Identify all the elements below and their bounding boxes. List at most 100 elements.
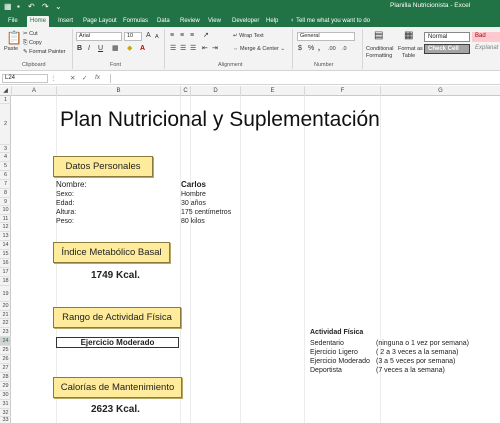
percent-button[interactable]: % (308, 45, 314, 53)
actividad-option-desc[interactable]: (3 a 5 veces por semana) (376, 357, 455, 366)
redo-icon[interactable]: ↷ (42, 2, 49, 11)
column-header-g[interactable]: G (380, 86, 500, 96)
tab-home[interactable]: Home (27, 16, 50, 27)
row-header[interactable]: 2 (0, 104, 11, 145)
name-box[interactable]: L24 (2, 74, 48, 83)
row-header[interactable]: 28 (0, 373, 11, 382)
bold-button[interactable]: B (77, 45, 82, 53)
style-normal[interactable]: Normal (424, 32, 470, 42)
actividad-header[interactable]: Rango de Actividad Física (53, 307, 181, 328)
column-header-c[interactable]: C (180, 86, 190, 96)
currency-button[interactable]: $ (298, 45, 302, 53)
nombre-value[interactable]: Carlos (181, 180, 206, 189)
tab-help[interactable]: Help (263, 16, 281, 27)
actividad-option-name[interactable]: Ejercicio Ligero (310, 348, 358, 357)
row-header[interactable]: 8 (0, 189, 11, 198)
align-top-icon[interactable]: ≡ (170, 32, 174, 40)
name-box-dropdown-icon[interactable]: ⋮ (50, 74, 57, 82)
copy-button[interactable]: ⎘ Copy (23, 40, 42, 47)
row-header[interactable]: 6 (0, 171, 11, 180)
enter-button[interactable]: ✓ (82, 74, 87, 82)
conditional-formatting-icon[interactable]: ▤ (374, 31, 383, 41)
column-header-f[interactable]: F (304, 86, 380, 96)
sexo-label[interactable]: Sexo: (56, 190, 74, 199)
tab-page-layout[interactable]: Page Layout (80, 16, 120, 27)
borders-icon[interactable]: ▦ (112, 45, 119, 53)
edad-label[interactable]: Edad: (56, 199, 74, 208)
row-header[interactable]: 17 (0, 268, 11, 277)
row-header[interactable]: 9 (0, 198, 11, 206)
tab-data[interactable]: Data (154, 16, 173, 27)
tab-formulas[interactable]: Formulas (120, 16, 151, 27)
italic-button[interactable]: I (88, 45, 90, 53)
format-painter-button[interactable]: ✎ Format Painter (23, 49, 66, 55)
sheet-title[interactable]: Plan Nutricional y Suplementación (60, 108, 380, 132)
row-header[interactable]: 27 (0, 364, 11, 373)
row-header[interactable]: 32 (0, 409, 11, 417)
column-header-b[interactable]: B (56, 86, 180, 96)
customize-quick-access-icon[interactable]: ⌄ (55, 2, 62, 11)
row-header[interactable]: 13 (0, 232, 11, 241)
actividad-option-desc[interactable]: (ninguna o 1 vez por semana) (376, 339, 469, 348)
number-format-select[interactable]: General (297, 32, 355, 41)
row-header[interactable]: 23 (0, 328, 11, 337)
tell-me-search[interactable]: ♀ Tell me what you want to do (290, 16, 370, 27)
mantenimiento-value[interactable]: 2623 Kcal. (91, 404, 140, 415)
orientation-icon[interactable]: ↗ (203, 32, 209, 40)
tab-file[interactable]: File (5, 16, 21, 27)
row-header[interactable]: 5 (0, 162, 11, 171)
align-right-icon[interactable]: ☰ (190, 45, 196, 53)
cancel-button[interactable]: ✕ (70, 74, 75, 82)
decrease-indent-icon[interactable]: ⇤ (202, 45, 208, 53)
row-header[interactable]: 22 (0, 319, 11, 328)
row-header[interactable]: 29 (0, 382, 11, 391)
sexo-value[interactable]: Hombre (181, 190, 206, 199)
formula-input[interactable] (110, 74, 498, 83)
underline-button[interactable]: U (98, 45, 103, 53)
row-header[interactable]: 20 (0, 302, 11, 311)
row-header[interactable]: 1 (0, 96, 11, 104)
row-header[interactable]: 33 (0, 417, 11, 423)
actividad-option-desc[interactable]: ( 2 a 3 veces a la semana) (376, 348, 459, 357)
actividad-option-name[interactable]: Ejercicio Moderado (310, 357, 370, 366)
imb-value[interactable]: 1749 Kcal. (91, 270, 140, 281)
paste-button[interactable]: Paste (4, 46, 18, 52)
actividad-value[interactable]: Ejercicio Moderado (56, 337, 179, 348)
tab-insert[interactable]: Insert (55, 16, 76, 27)
align-left-icon[interactable]: ☰ (170, 45, 176, 53)
style-bad[interactable]: Bad (472, 32, 500, 42)
format-as-table-button[interactable]: Format as (398, 46, 423, 52)
column-header-a[interactable]: A (11, 86, 56, 96)
row-header[interactable]: 21 (0, 311, 11, 319)
row-header[interactable]: 31 (0, 400, 11, 409)
actividad-option-name[interactable]: Deportista (310, 366, 342, 375)
style-check-cell[interactable]: Check Cell (424, 44, 470, 54)
tab-developer[interactable]: Developer (229, 16, 262, 27)
font-size-select[interactable]: 10 (124, 32, 142, 41)
merge-center-button[interactable]: ⇔ Merge & Center ⌄ (233, 46, 285, 52)
grow-font-button[interactable]: A (146, 32, 151, 40)
increase-decimal-icon[interactable]: .00 (328, 45, 336, 53)
font-name-select[interactable]: Arial (76, 32, 122, 41)
tab-view[interactable]: View (205, 16, 224, 27)
tab-review[interactable]: Review (177, 16, 203, 27)
align-middle-icon[interactable]: ≡ (180, 32, 184, 40)
row-header[interactable]: 3 (0, 145, 11, 153)
nombre-label[interactable]: Nombre: (56, 180, 87, 189)
align-bottom-icon[interactable]: ≡ (190, 32, 194, 40)
increase-indent-icon[interactable]: ⇥ (212, 45, 218, 53)
style-explanatory[interactable]: Explanat (472, 44, 500, 54)
align-center-icon[interactable]: ☰ (180, 45, 186, 53)
save-icon[interactable]: ▪ (17, 2, 20, 11)
column-header-d[interactable]: D (190, 86, 240, 96)
select-all-corner[interactable]: ◢ (0, 86, 11, 96)
fill-color-icon[interactable]: ◆ (127, 45, 132, 53)
decrease-decimal-icon[interactable]: .0 (342, 45, 347, 53)
row-header[interactable]: 10 (0, 206, 11, 215)
row-header[interactable]: 16 (0, 259, 11, 268)
column-header-e[interactable]: E (240, 86, 304, 96)
edad-value[interactable]: 30 años (181, 199, 206, 208)
row-header[interactable]: 26 (0, 355, 11, 364)
row-header-selected[interactable]: 24 (0, 337, 11, 346)
datos-personales-header[interactable]: Datos Personales (53, 156, 153, 177)
